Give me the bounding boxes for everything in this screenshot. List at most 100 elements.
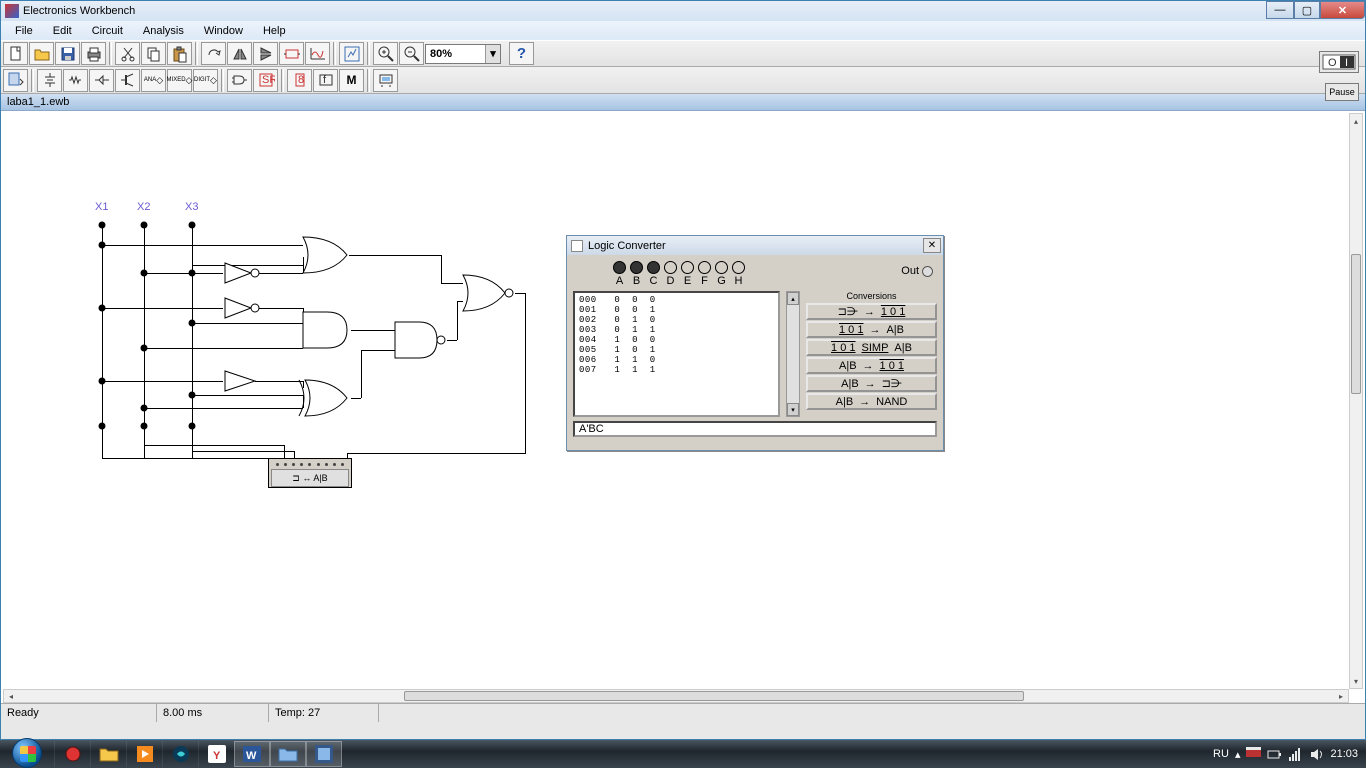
cut-button[interactable] — [115, 42, 140, 65]
analog-ics-bin[interactable]: ANA◇ — [141, 69, 166, 92]
system-tray[interactable]: RU ▴ 21:03 — [1213, 747, 1366, 762]
diodes-bin[interactable] — [89, 69, 114, 92]
taskbar-browser[interactable]: Y — [198, 741, 234, 767]
menu-edit[interactable]: Edit — [43, 23, 82, 39]
or-gate[interactable] — [301, 235, 353, 275]
clock[interactable]: 21:03 — [1330, 748, 1358, 760]
lc-input-f[interactable] — [698, 261, 711, 274]
transistors-bin[interactable] — [115, 69, 140, 92]
new-button[interactable] — [3, 42, 28, 65]
instruments-bin[interactable] — [373, 69, 398, 92]
taskbar-ewb[interactable] — [306, 741, 342, 767]
lc-input-c[interactable] — [647, 261, 660, 274]
lc-input-a[interactable] — [613, 261, 626, 274]
network-icon[interactable] — [1288, 747, 1303, 762]
taskbar-media[interactable] — [126, 741, 162, 767]
conv-table-to-expr[interactable]: 1 0 1→A|B — [806, 321, 937, 338]
indicators-bin[interactable]: 8 — [287, 69, 312, 92]
logic-gates-bin[interactable] — [227, 69, 252, 92]
scroll-down-icon[interactable]: ▾ — [787, 403, 799, 416]
controls-bin[interactable]: f — [313, 69, 338, 92]
start-button[interactable] — [0, 740, 54, 768]
digital-bin[interactable]: SR — [253, 69, 278, 92]
help-button[interactable]: ? — [509, 42, 534, 65]
scroll-down-icon[interactable]: ▾ — [1350, 674, 1362, 688]
scrollbar-thumb[interactable] — [404, 691, 1024, 701]
subcircuit-button[interactable] — [279, 42, 304, 65]
component-props-button[interactable] — [339, 42, 364, 65]
lc-scrollbar[interactable]: ▴ ▾ — [786, 291, 800, 417]
taskbar-word[interactable]: W — [234, 741, 270, 767]
sources-bin[interactable] — [37, 69, 62, 92]
digital-ics-bin[interactable]: DIGIT◇ — [193, 69, 218, 92]
zoom-in-button[interactable] — [373, 42, 398, 65]
horizontal-scrollbar[interactable]: ◂ ▸ — [3, 689, 1349, 703]
taskbar-explorer[interactable] — [90, 741, 126, 767]
lc-input-g[interactable] — [715, 261, 728, 274]
nor-gate[interactable] — [461, 273, 519, 313]
conv-expr-to-nand[interactable]: A|B→NAND — [806, 393, 937, 410]
menu-file[interactable]: File — [5, 23, 43, 39]
battery-icon[interactable] — [1267, 747, 1282, 762]
and-gate[interactable] — [301, 310, 353, 350]
mixed-ics-bin[interactable]: MIXED◇ — [167, 69, 192, 92]
tray-chevron-icon[interactable]: ▴ — [1235, 748, 1241, 761]
menu-help[interactable]: Help — [253, 23, 296, 39]
lc-input-h[interactable] — [732, 261, 745, 274]
taskbar-app-1[interactable] — [54, 741, 90, 767]
close-button[interactable]: ✕ — [1320, 1, 1365, 19]
conv-table-to-simp[interactable]: 1 0 1SIMPA|B — [806, 339, 937, 356]
lc-input-e[interactable] — [681, 261, 694, 274]
menu-window[interactable]: Window — [194, 23, 253, 39]
scroll-right-icon[interactable]: ▸ — [1334, 690, 1348, 702]
basic-bin[interactable] — [63, 69, 88, 92]
volume-icon[interactable] — [1309, 747, 1324, 762]
scroll-left-icon[interactable]: ◂ — [4, 690, 18, 702]
save-button[interactable] — [55, 42, 80, 65]
lc-out-terminal[interactable] — [922, 266, 933, 277]
logic-converter-window[interactable]: Logic Converter ✕ A B C — [566, 235, 944, 451]
lc-close-button[interactable]: ✕ — [923, 238, 941, 253]
windows-taskbar[interactable]: Y W RU ▴ 21:03 — [0, 740, 1366, 768]
menu-circuit[interactable]: Circuit — [82, 23, 133, 39]
rotate-button[interactable] — [201, 42, 226, 65]
taskbar-app-2[interactable] — [162, 741, 198, 767]
xor-gate[interactable] — [297, 378, 353, 418]
pause-button[interactable]: Pause — [1325, 83, 1359, 101]
flag-icon[interactable] — [1246, 747, 1261, 762]
minimize-button[interactable]: — — [1266, 1, 1294, 19]
lc-input-b[interactable] — [630, 261, 643, 274]
flip-v-button[interactable] — [253, 42, 278, 65]
favorites-bin[interactable] — [3, 69, 28, 92]
conv-expr-to-circuit[interactable]: A|B→⊐⋺ — [806, 375, 937, 392]
menu-analysis[interactable]: Analysis — [133, 23, 194, 39]
truth-table[interactable]: 000 0 0 0 0 001 0 0 1 0 002 0 1 0 0 003 … — [573, 291, 780, 417]
lc-titlebar[interactable]: Logic Converter ✕ — [567, 236, 943, 255]
zoom-dropdown[interactable]: 80%▾ — [425, 44, 501, 64]
taskbar-folder[interactable] — [270, 741, 306, 767]
open-button[interactable] — [29, 42, 54, 65]
schematic-canvas[interactable]: X1 X2 X3 — [3, 113, 1349, 689]
chevron-down-icon[interactable]: ▾ — [485, 45, 500, 63]
nand-gate[interactable] — [393, 320, 449, 360]
lc-input-d[interactable] — [664, 261, 677, 274]
logic-converter-instrument[interactable]: ⊐ ↔ A|B — [268, 458, 352, 488]
vertical-scrollbar[interactable]: ▴ ▾ — [1349, 113, 1363, 689]
paste-button[interactable] — [167, 42, 192, 65]
scroll-up-icon[interactable]: ▴ — [787, 292, 799, 305]
zoom-out-button[interactable] — [399, 42, 424, 65]
titlebar[interactable]: Electronics Workbench — ▢ ✕ — [1, 1, 1365, 21]
graph-button[interactable] — [305, 42, 330, 65]
flip-h-button[interactable] — [227, 42, 252, 65]
conv-circuit-to-table[interactable]: ⊐⋺→1 0 1 — [806, 303, 937, 320]
expression-field[interactable]: A'BC — [573, 421, 937, 437]
copy-button[interactable] — [141, 42, 166, 65]
misc-bin[interactable]: M — [339, 69, 364, 92]
scroll-up-icon[interactable]: ▴ — [1350, 114, 1362, 128]
print-button[interactable] — [81, 42, 106, 65]
conv-expr-to-table[interactable]: A|B→1 0 1 — [806, 357, 937, 374]
language-indicator[interactable]: RU — [1213, 748, 1229, 760]
power-switch[interactable]: OI — [1319, 51, 1359, 73]
scrollbar-thumb[interactable] — [1351, 254, 1361, 394]
maximize-button[interactable]: ▢ — [1294, 1, 1320, 19]
